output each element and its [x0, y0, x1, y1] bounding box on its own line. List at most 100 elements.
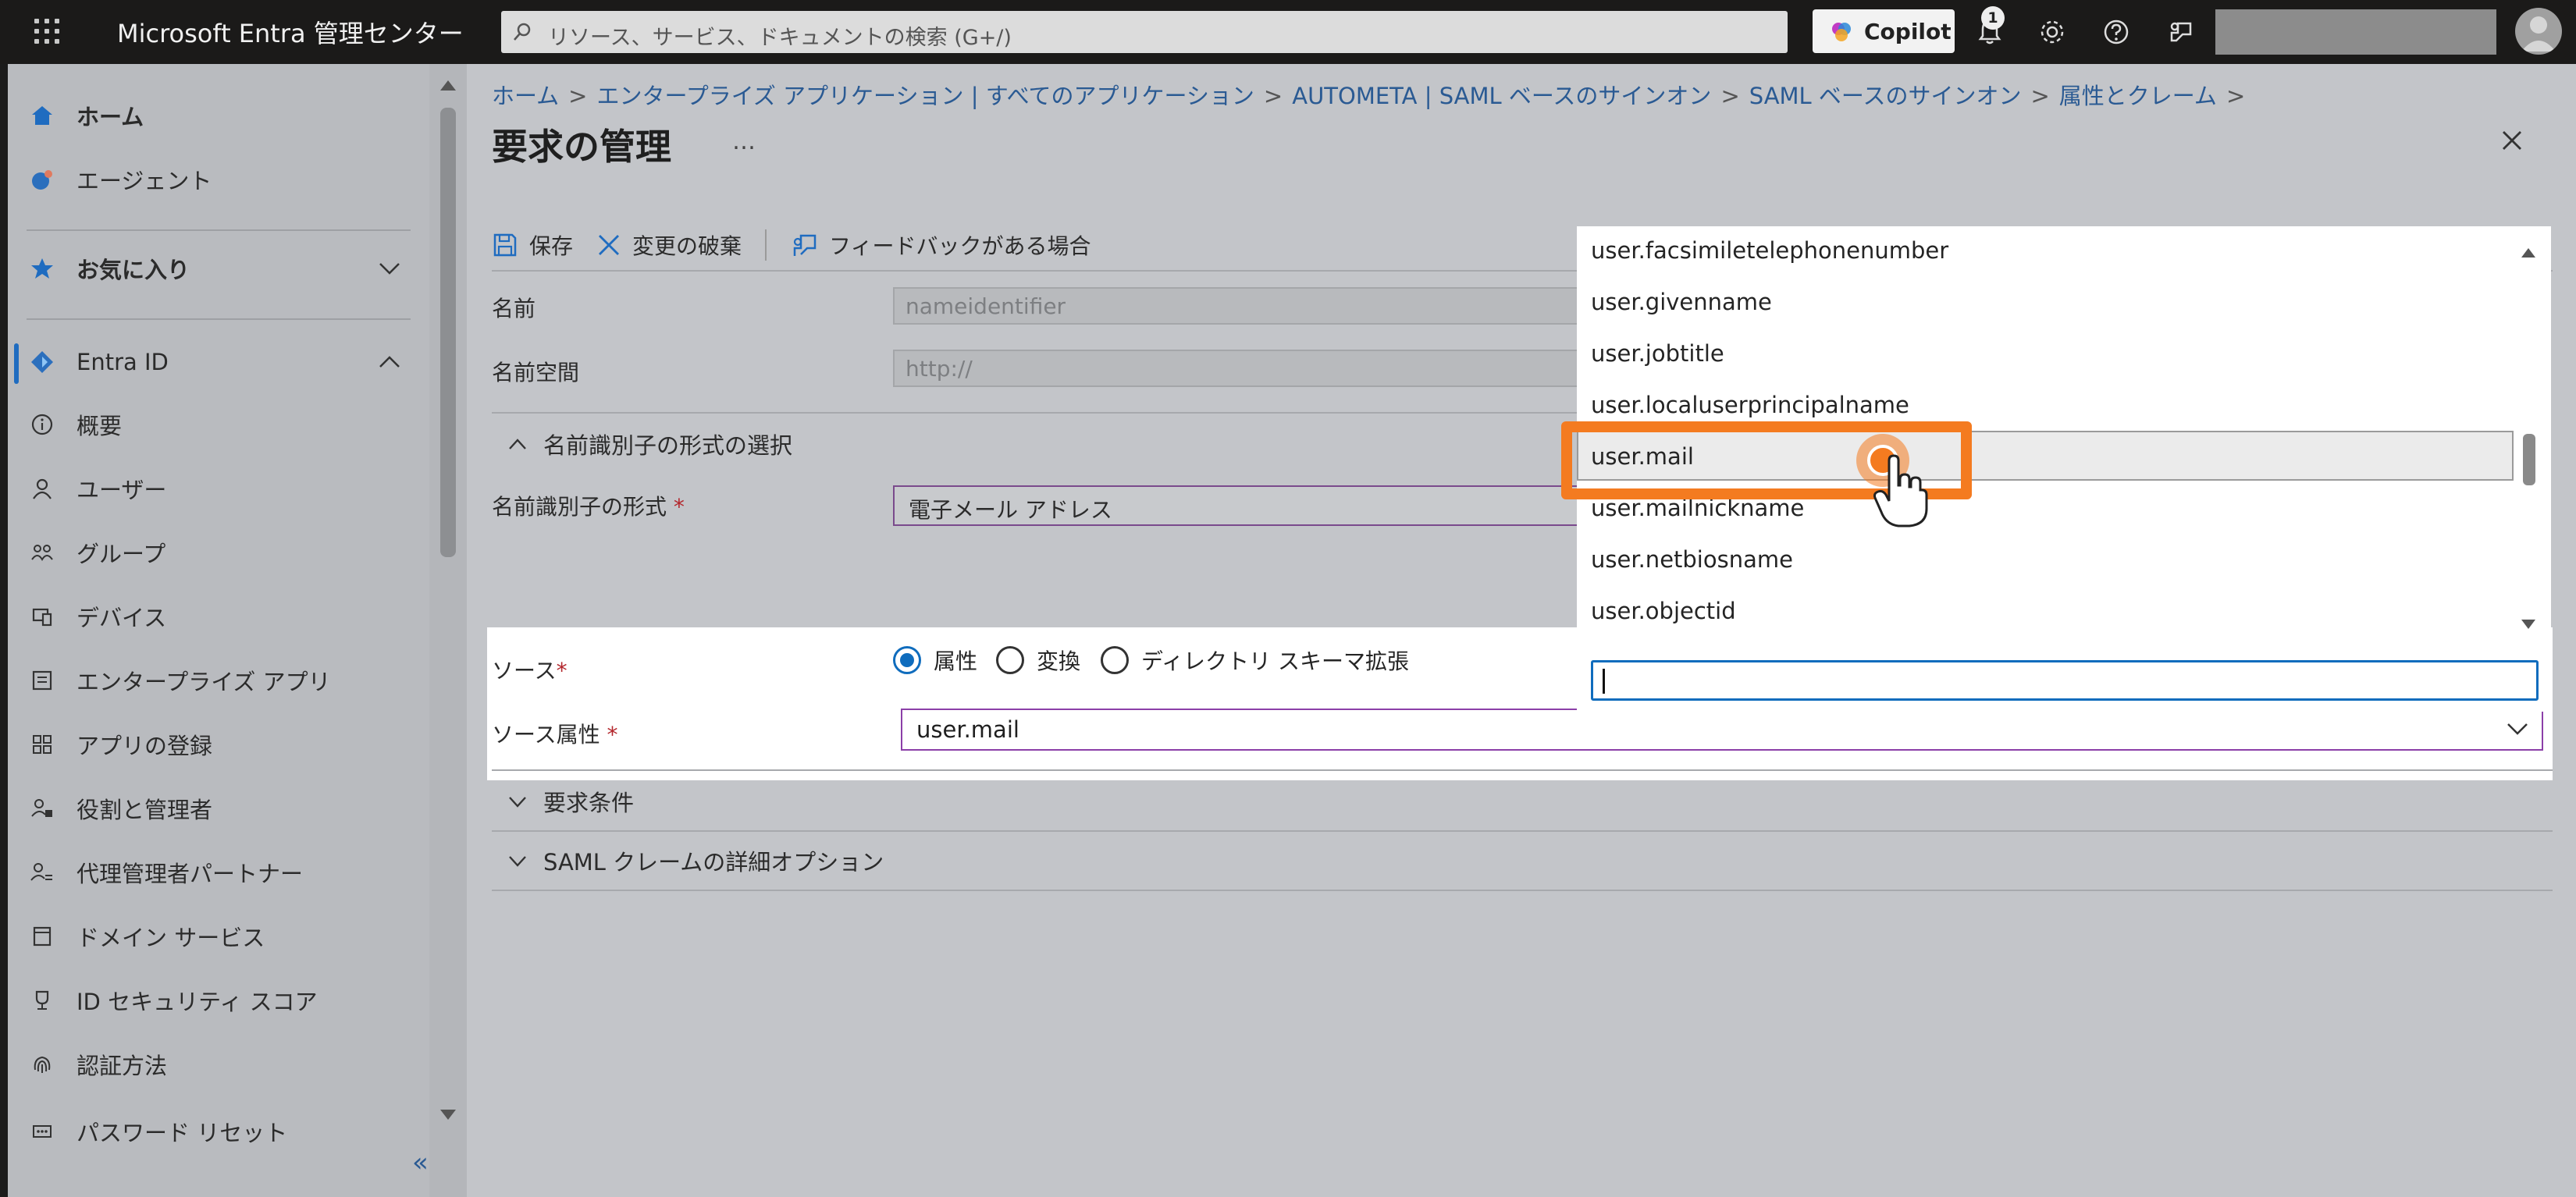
nav-scrollbar[interactable]: [429, 64, 467, 1197]
name-field[interactable]: nameidentifier: [893, 287, 1596, 325]
nav-item-home[interactable]: ホーム: [27, 92, 144, 139]
chevron-up-icon: [509, 439, 526, 449]
save-button[interactable]: 保存: [492, 229, 573, 261]
nav-item-agents[interactable]: エージェント: [27, 156, 212, 203]
radio-icon: [996, 646, 1024, 674]
dropdown-scroll-thumb[interactable]: [2523, 434, 2535, 485]
chevron-down-icon: [509, 856, 526, 867]
search-placeholder: リソース、サービス、ドキュメントの検索 (G+/): [548, 26, 1012, 50]
required-mark: *: [673, 494, 685, 520]
nameid-format-label-text: 名前識別子の形式: [492, 494, 667, 520]
dropdown-option[interactable]: user.facsimiletelephonenumber: [1591, 237, 1948, 264]
nav-scroll-thumb[interactable]: [440, 108, 456, 557]
breadcrumb-separator: >: [2030, 83, 2050, 109]
copilot-button[interactable]: Copilot: [1813, 9, 1955, 53]
nav-item-overview[interactable]: 概要: [27, 401, 122, 448]
top-bar: Microsoft Entra 管理センター リソース、サービス、ドキュメントの…: [0, 0, 2576, 64]
nav-item-delegated-admin[interactable]: 代理管理者パートナー: [27, 849, 303, 896]
nav-item-secure-score[interactable]: ID セキュリティ スコア: [27, 977, 318, 1024]
feedback-button[interactable]: フィードバックがある場合: [790, 229, 1091, 261]
dropdown-option[interactable]: user.localuserprincipalname: [1591, 392, 1909, 418]
global-search[interactable]: リソース、サービス、ドキュメントの検索 (G+/): [501, 11, 1788, 53]
breadcrumb-saml-signon[interactable]: SAML ベースのサインオン: [1749, 83, 2022, 109]
role-icon: [27, 793, 58, 824]
nav-item-domain-services[interactable]: ドメイン サービス: [27, 913, 265, 960]
chevron-down-icon: [379, 263, 400, 275]
avatar[interactable]: [2515, 8, 2562, 55]
namespace-field[interactable]: http://: [893, 350, 1596, 387]
dropdown-option[interactable]: user.objectid: [1591, 598, 1736, 624]
discard-button[interactable]: 変更の破棄: [596, 229, 742, 261]
settings-gear-icon[interactable]: [2036, 16, 2069, 48]
dropdown-option[interactable]: user.netbiosname: [1591, 546, 1793, 573]
radio-selected-icon: [893, 646, 921, 674]
nameid-format-select[interactable]: 電子メール アドレス: [893, 485, 1596, 526]
nav-item-enterprise-apps[interactable]: エンタープライズ アプリ: [27, 657, 331, 704]
dropdown-option[interactable]: user.givenname: [1591, 289, 1772, 315]
breadcrumb-home[interactable]: ホーム: [492, 83, 559, 109]
breadcrumb-separator: >: [2226, 83, 2246, 109]
app-launcher-icon[interactable]: [31, 16, 62, 47]
copilot-icon: [1832, 23, 1851, 41]
feedback-icon[interactable]: [2164, 16, 2197, 48]
radio-label: 変換: [1037, 648, 1081, 674]
nav-item-label: グループ: [76, 541, 166, 567]
section-divider: [492, 769, 2553, 771]
radio-label: 属性: [934, 648, 978, 674]
conditions-section-title: 要求条件: [543, 790, 635, 816]
close-button[interactable]: [2500, 125, 2524, 161]
notification-badge: 1: [1981, 6, 2005, 30]
namespace-label: 名前空間: [492, 360, 580, 385]
radio-icon: [1101, 646, 1129, 674]
source-option-attribute[interactable]: 属性: [893, 645, 977, 676]
nav-item-label: ホーム: [76, 104, 144, 130]
radio-label: ディレクトリ スキーマ拡張: [1141, 648, 1409, 674]
nav-item-groups[interactable]: グループ: [27, 529, 165, 576]
nav-item-devices[interactable]: デバイス: [27, 593, 166, 640]
nameid-format-label: 名前識別子の形式 *: [492, 490, 685, 521]
scroll-up-icon[interactable]: [439, 78, 457, 92]
nav-item-label: ドメイン サービス: [76, 925, 265, 951]
nav-item-label: 役割と管理者: [76, 797, 213, 823]
breadcrumb-separator: >: [1720, 83, 1740, 109]
dropdown-filter-input[interactable]: [1591, 660, 2539, 701]
advanced-section-title: SAML クレームの詳細オプション: [543, 849, 884, 876]
nav-item-label: アプリの登録: [76, 733, 213, 759]
breadcrumb-enterprise-apps[interactable]: エンタープライズ アプリケーション | すべてのアプリケーション: [596, 83, 1254, 109]
conditions-section-toggle[interactable]: 要求条件: [507, 785, 634, 818]
nav-item-entra-id[interactable]: Entra ID: [27, 339, 417, 385]
help-icon[interactable]: [2100, 16, 2133, 48]
nav-item-favorites[interactable]: お気に入り: [27, 245, 417, 292]
nav-item-auth-methods[interactable]: 認証方法: [27, 1041, 167, 1088]
group-icon: [27, 537, 58, 568]
breadcrumb-attributes-claims[interactable]: 属性とクレーム: [2059, 83, 2217, 109]
brand-title[interactable]: Microsoft Entra 管理センター: [117, 14, 464, 50]
collapse-nav-button[interactable]: «: [412, 1147, 429, 1178]
more-options-button[interactable]: …: [732, 128, 756, 155]
chevron-down-icon: [2507, 723, 2528, 735]
scroll-down-icon[interactable]: [2520, 618, 2537, 630]
nav-item-users[interactable]: ユーザー: [27, 465, 166, 512]
nameid-section-title: 名前識別子の形式の選択: [543, 432, 793, 459]
dropdown-option[interactable]: user.jobtitle: [1591, 340, 1724, 367]
nav-item-password-reset[interactable]: パスワード リセット: [27, 1108, 287, 1155]
source-option-directory-extension[interactable]: ディレクトリ スキーマ拡張: [1101, 645, 1409, 676]
discard-label: 変更の破棄: [632, 233, 742, 259]
nav-item-roles-admins[interactable]: 役割と管理者: [27, 785, 212, 832]
nav-item-label: パスワード リセット: [76, 1120, 288, 1146]
account-info[interactable]: [2215, 9, 2496, 55]
copilot-label: Copilot: [1864, 19, 1952, 44]
breadcrumb-separator: >: [568, 83, 588, 109]
breadcrumb-app-saml[interactable]: AUTOMETA | SAML ベースのサインオン: [1292, 83, 1711, 109]
nameid-section-toggle[interactable]: 名前識別子の形式の選択: [507, 428, 792, 460]
scroll-down-icon[interactable]: [439, 1108, 457, 1122]
source-option-transform[interactable]: 変換: [996, 645, 1080, 676]
domain-services-icon: [27, 921, 58, 952]
advanced-section-toggle[interactable]: SAML クレームの詳細オプション: [507, 844, 884, 877]
source-attribute-select[interactable]: user.mail: [901, 709, 2543, 751]
scroll-up-icon[interactable]: [2520, 247, 2537, 259]
required-mark: *: [607, 722, 618, 748]
nav-item-label: 概要: [76, 413, 123, 439]
nav-item-app-registrations[interactable]: アプリの登録: [27, 721, 212, 768]
app-grid-icon: [27, 729, 58, 760]
